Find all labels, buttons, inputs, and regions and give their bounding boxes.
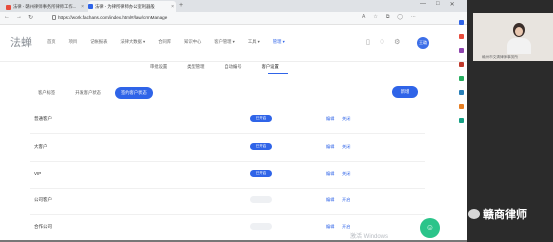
settings-subtabs: 审批设置 类型管理 自动编号 客户设置 (150, 64, 299, 70)
close-tab-icon[interactable]: × (81, 4, 86, 10)
pill-client-tags[interactable]: 客户标签 (32, 87, 61, 99)
row-name: 大客户 (34, 144, 48, 149)
url-field[interactable]: https://work.fachans.com/index.html#/law… (58, 14, 358, 22)
window-controls: — □ ✕ (420, 1, 455, 8)
avatar[interactable]: 王璐 (417, 37, 429, 49)
row-name: 公司客户 (34, 197, 52, 202)
drop-icon[interactable] (458, 104, 464, 109)
back-icon[interactable]: ← (4, 14, 10, 21)
gear-icon[interactable]: ⚙ (394, 38, 400, 46)
bell-icon[interactable]: ♢ (379, 38, 385, 46)
presenter-body (507, 38, 531, 54)
pill-dev-status[interactable]: 开发客户状态 (69, 87, 107, 99)
nav-projects[interactable]: 项目 (69, 39, 78, 45)
favicon-icon (88, 4, 93, 9)
collections-icon[interactable]: ⧉ (386, 14, 390, 20)
pill-tabs: 客户标签 开发客户状态 签约客户状态 (32, 87, 153, 99)
header-icons: ▯ ♢ ⚙ (366, 38, 400, 46)
nav-clients[interactable]: 客户管理 ▾ (214, 39, 235, 45)
add-button[interactable]: 新增 (392, 86, 418, 98)
browser-nav-buttons: ← → ↻ (4, 14, 33, 21)
active-tab-indicator (268, 73, 288, 74)
row-name: VIP (34, 171, 42, 176)
app-logo: 法蝉 (10, 36, 32, 49)
edit-link[interactable]: 编辑 (326, 186, 334, 214)
maximize-button[interactable]: □ (436, 1, 440, 8)
nav-legal-data[interactable]: 法律大数据 ▾ (120, 39, 145, 45)
brand-watermark: 赣商律师 (468, 206, 527, 222)
pill-signed-status[interactable]: 签约客户状态 (114, 87, 153, 99)
nav-reports[interactable]: 记帐报表 (90, 39, 107, 45)
status-badge: 已关闭 (250, 196, 272, 203)
outlook-icon[interactable] (458, 90, 464, 95)
toggle-link[interactable]: 关闭 (342, 160, 350, 188)
tab-client-settings[interactable]: 客户设置 (262, 64, 279, 70)
toggle-link[interactable]: 开启 (342, 186, 350, 214)
table-row: 普通客户 已开启 编辑 关闭 (30, 105, 425, 134)
windows-watermark: 激活 Windows (350, 234, 389, 240)
minimize-button[interactable]: — (420, 1, 426, 8)
refresh-icon[interactable]: ↻ (28, 14, 33, 21)
presenter-face (515, 27, 523, 36)
games-icon[interactable] (458, 62, 464, 67)
nav-admin[interactable]: 管理 ▾ (273, 39, 285, 45)
brand-text: 赣商律师 (483, 209, 527, 221)
tab-type-management[interactable]: 类型管理 (187, 64, 204, 70)
top-nav: 首页 项目 记帐报表 法律大数据 ▾ 合同库 知识中心 客户管理 ▾ 工具 ▾ … (47, 39, 298, 45)
shopping-icon[interactable] (458, 34, 464, 39)
browser-sidebar (456, 20, 466, 123)
more-icon[interactable]: ⋯ (411, 14, 416, 20)
document-icon[interactable]: ▯ (366, 38, 370, 46)
nav-home[interactable]: 首页 (47, 39, 56, 45)
office-icon[interactable] (458, 76, 464, 81)
tab-title: 法律 - 为律所律师办公室利器般 (95, 3, 155, 9)
row-name: 普通客户 (34, 116, 52, 121)
toggle-link[interactable]: 关闭 (342, 133, 350, 161)
search-icon[interactable] (458, 20, 464, 25)
wechat-icon (468, 209, 480, 219)
status-badge: 已关闭 (250, 223, 272, 230)
forward-icon[interactable]: → (16, 14, 22, 21)
excel-icon[interactable] (458, 118, 464, 123)
status-badge: 已开启 (250, 143, 272, 150)
nav-knowledge[interactable]: 知识中心 (184, 39, 201, 45)
favicon-icon (6, 4, 11, 10)
close-window-button[interactable]: ✕ (450, 1, 455, 8)
nav-tools[interactable]: 工具 ▾ (248, 39, 260, 45)
browser-tab-1[interactable]: 法律 - 赣州律师事务所律师工作... × (6, 2, 86, 12)
tools-icon[interactable] (458, 48, 464, 53)
row-name: 合作公司 (34, 224, 52, 229)
edit-link[interactable]: 编辑 (326, 213, 334, 241)
profile-icon[interactable]: ◯ (397, 14, 403, 20)
toggle-link[interactable]: 关闭 (342, 105, 350, 133)
table-row: 公司客户 已关闭 编辑 开启 (30, 186, 425, 215)
tab-title: 法律 - 赣州律师事务所律师工作... (13, 4, 77, 9)
status-badge: 已开启 (250, 115, 272, 122)
video-caption: 赣州市文清律师事务所 (482, 55, 518, 59)
nav-contracts[interactable]: 合同库 (158, 39, 171, 45)
browser-toolbar-icons: A ☆ ⧉ ◯ ⋯ (362, 14, 416, 20)
table-row: 大客户 已开启 编辑 关闭 (30, 133, 425, 162)
browser-tab-2[interactable]: 法律 - 为律所律师办公室利器般 × (88, 1, 176, 12)
tab-auto-numbering[interactable]: 自动编号 (224, 64, 241, 70)
read-aloud-icon[interactable]: A (362, 14, 365, 20)
lock-icon (52, 15, 56, 20)
status-badge: 已开启 (250, 170, 272, 177)
edit-link[interactable]: 编辑 (326, 160, 334, 188)
edit-link[interactable]: 编辑 (326, 133, 334, 161)
chat-icon[interactable]: ☺ (420, 218, 440, 238)
new-tab-button[interactable]: + (179, 2, 183, 9)
edit-link[interactable]: 编辑 (326, 105, 334, 133)
table-row: VIP 已开启 编辑 关闭 (30, 160, 425, 189)
close-tab-icon[interactable]: × (171, 4, 176, 10)
tab-approval-settings[interactable]: 审批设置 (150, 64, 167, 70)
favorite-star-icon[interactable]: ☆ (373, 14, 377, 20)
